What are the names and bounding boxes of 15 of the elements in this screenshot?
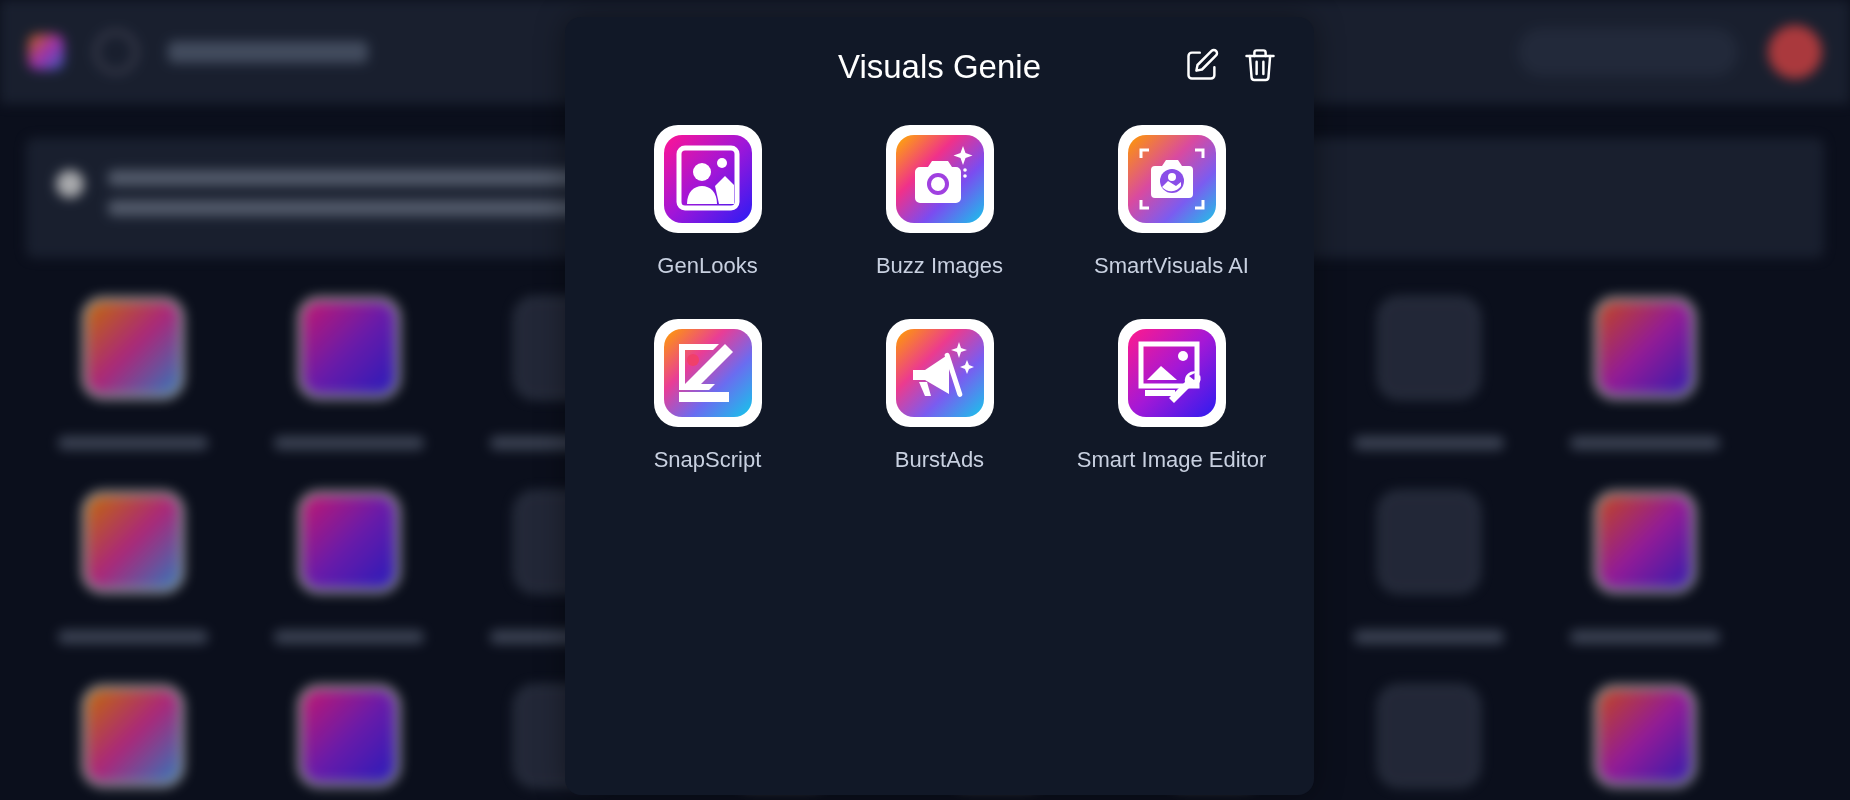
app-icon[interactable] — [885, 125, 994, 233]
app-label[interactable]: Smart Image Editor — [1061, 443, 1282, 477]
app-icon[interactable] — [653, 319, 762, 427]
app-icon[interactable] — [1117, 125, 1226, 233]
app-label[interactable]: SnapScript — [597, 443, 818, 477]
app-label[interactable]: SmartVisuals AI — [1061, 249, 1282, 283]
app-icon[interactable] — [653, 125, 762, 233]
app-label[interactable]: BurstAds — [829, 443, 1050, 477]
app-label[interactable]: GenLooks — [597, 249, 818, 283]
app-icon[interactable] — [1117, 319, 1226, 427]
edit-icon[interactable] — [1184, 47, 1220, 83]
dialog-title: Visuals Genie — [838, 48, 1041, 86]
app-icon[interactable] — [885, 319, 994, 427]
trash-icon[interactable] — [1242, 47, 1278, 83]
app-label[interactable]: Buzz Images — [829, 249, 1050, 283]
